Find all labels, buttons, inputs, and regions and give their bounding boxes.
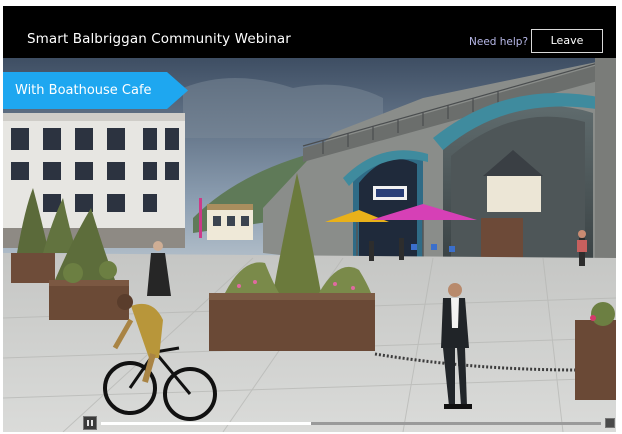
need-help-link[interactable]: Need help?: [469, 36, 528, 48]
playback-controls: [83, 416, 615, 430]
volume-icon[interactable]: [605, 418, 615, 428]
webinar-player: Smart Balbriggan Community Webinar Need …: [3, 6, 616, 432]
presenter-banner-label: With Boathouse Cafe: [15, 83, 152, 98]
progress-bar[interactable]: [101, 422, 601, 425]
pause-icon[interactable]: [83, 416, 97, 430]
meeting-title: Smart Balbriggan Community Webinar: [27, 31, 291, 47]
video-stream[interactable]: [3, 58, 616, 432]
leave-button[interactable]: Leave: [531, 29, 603, 53]
top-bar: Smart Balbriggan Community Webinar Need …: [3, 6, 616, 58]
progress-fill: [101, 422, 311, 425]
